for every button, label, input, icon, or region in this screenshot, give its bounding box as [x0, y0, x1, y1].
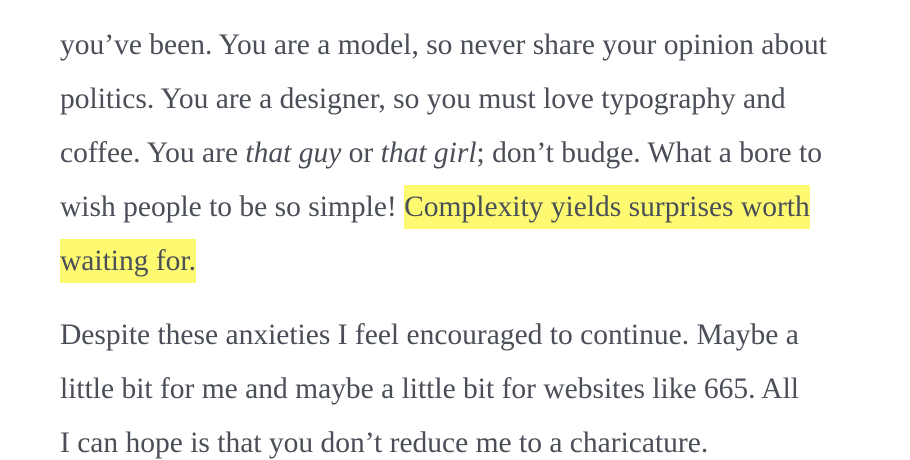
p1-line-1: you’ve been. You are a model, so never s… [60, 29, 827, 61]
p2-line-1: Despite these anxieties I feel encourage… [60, 319, 799, 351]
article-page: you’ve been. You are a model, so never s… [0, 0, 910, 460]
paragraph-1: you’ve been. You are a model, so never s… [60, 18, 886, 288]
italic-phrase-that-guy: that guy [245, 137, 342, 169]
p1-line-4-start: wish people to be so simple! [60, 191, 405, 223]
p1-line-3-or: or [341, 137, 381, 169]
italic-phrase-that-girl: that girl [380, 137, 477, 169]
highlighted-quote-part-1: Complexity yields surprises worth [404, 185, 810, 229]
paragraph-2: Despite these anxieties I feel encourage… [60, 308, 886, 460]
p1-line-2: politics. You are a designer, so you mus… [60, 83, 786, 115]
p2-line-2: little bit for me and maybe a little bit… [60, 373, 799, 405]
p1-line-3-end: ; don’t budge. What a bore to [476, 137, 822, 169]
article-body: you’ve been. You are a model, so never s… [60, 18, 886, 460]
highlighted-quote-part-2: waiting for. [60, 239, 197, 283]
p2-line-3: I can hope is that you don’t reduce me t… [60, 427, 709, 459]
p1-line-3-start: coffee. You are [60, 137, 246, 169]
